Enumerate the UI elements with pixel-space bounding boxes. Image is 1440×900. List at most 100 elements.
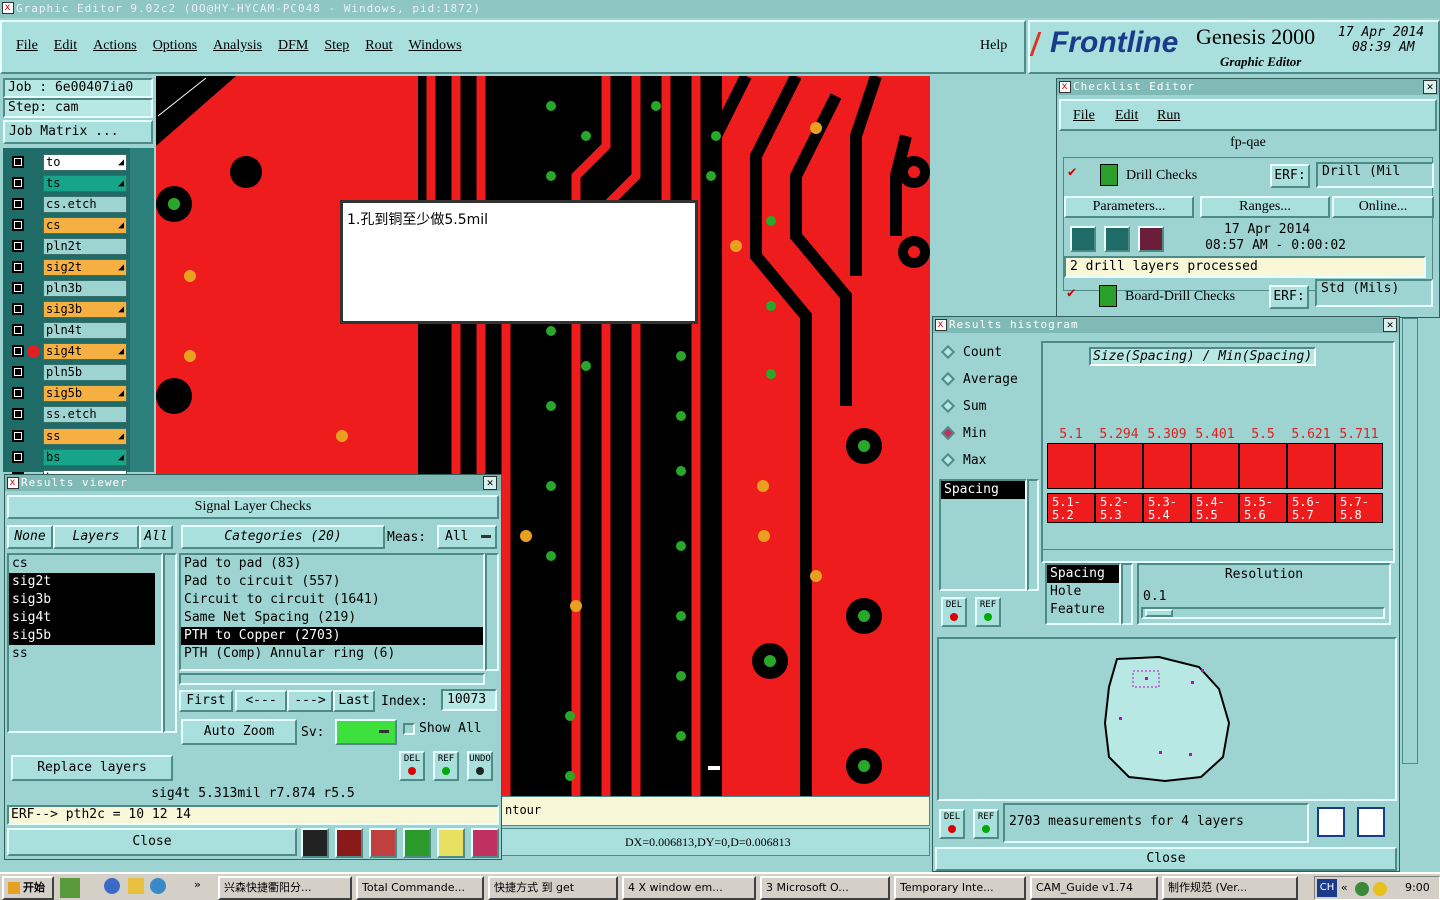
type-list-item[interactable]: Spacing: [1047, 565, 1119, 583]
category-item[interactable]: PTH to Copper (2703): [181, 627, 483, 645]
layer-checkbox[interactable]: [12, 324, 24, 336]
layer-row[interactable]: pln2t: [9, 238, 127, 255]
menu-item[interactable]: Edit: [54, 38, 77, 53]
layer-checkbox[interactable]: [12, 240, 24, 252]
type-list-2-scrollbar[interactable]: [1121, 563, 1133, 625]
layer-row[interactable]: to ◢: [9, 154, 127, 171]
close-icon[interactable]: ✕: [1383, 318, 1397, 332]
first-button[interactable]: First: [179, 690, 233, 712]
browser-icon-2[interactable]: [150, 878, 166, 894]
result-layer-item[interactable]: sig3b: [9, 591, 155, 609]
layer-checkbox[interactable]: [12, 198, 24, 210]
replace-layers-dropdown[interactable]: Replace layers: [11, 755, 173, 781]
layer-checkbox[interactable]: [12, 430, 24, 442]
lang-indicator[interactable]: CH: [1317, 879, 1337, 897]
show-all-checkbox[interactable]: [403, 723, 415, 735]
layer-checkbox[interactable]: [12, 282, 24, 294]
check-icon[interactable]: ✔: [1067, 285, 1075, 301]
histogram-bar[interactable]: [1191, 443, 1239, 489]
close-icon[interactable]: ✕: [483, 476, 497, 490]
layer-checkbox[interactable]: [12, 261, 24, 273]
ranges-button[interactable]: Ranges...: [1200, 196, 1330, 218]
layer-name[interactable]: pln2t: [43, 238, 127, 255]
chevron-icon[interactable]: »: [194, 878, 201, 891]
parameters-button[interactable]: Parameters...: [1064, 196, 1194, 218]
histogram-bar[interactable]: [1143, 443, 1191, 489]
taskbar-button[interactable]: 制作规范 (Ver...: [1162, 876, 1298, 900]
layer-checkbox[interactable]: [12, 408, 24, 420]
layer-row[interactable]: ss.etch: [9, 406, 127, 423]
layer-name[interactable]: bs ◢: [43, 449, 127, 466]
layer-checkbox[interactable]: [12, 177, 24, 189]
layer-checkbox[interactable]: [12, 387, 24, 399]
histogram-bar[interactable]: [1095, 443, 1143, 489]
zoom-to-icon[interactable]: [1317, 807, 1345, 837]
tray-icon-1[interactable]: [1355, 882, 1369, 896]
layer-name[interactable]: ts ◢: [43, 175, 127, 192]
next-button[interactable]: --->: [287, 690, 333, 712]
taskbar-button[interactable]: 快捷方式 到 get: [488, 876, 618, 900]
histogram-bar[interactable]: [1047, 443, 1095, 489]
checklist-menu-item[interactable]: File: [1073, 108, 1095, 124]
checklist-scrollbar[interactable]: [1402, 318, 1418, 764]
checklist-menu-item[interactable]: Run: [1157, 108, 1180, 124]
tool-icon-1[interactable]: [301, 828, 329, 858]
result-layer-item[interactable]: sig2t: [9, 573, 155, 591]
layer-name[interactable]: ss ◢: [43, 428, 127, 445]
layer-row[interactable]: ss ◢: [9, 428, 127, 445]
layer-name[interactable]: pln3b: [43, 280, 127, 297]
layer-row[interactable]: sig4t ◢: [9, 343, 127, 360]
resolution-slider[interactable]: [1141, 607, 1385, 619]
index-input[interactable]: 10073: [441, 689, 497, 711]
board-preview[interactable]: [937, 637, 1397, 801]
checklist-menu-item[interactable]: Edit: [1115, 108, 1138, 124]
categories-hscrollbar[interactable]: [179, 673, 485, 685]
layer-checkbox[interactable]: [12, 451, 24, 463]
layer-checkbox[interactable]: [12, 345, 24, 357]
category-item[interactable]: Same Net Spacing (219): [181, 609, 483, 627]
start-button[interactable]: 开始: [2, 876, 54, 900]
layer-row[interactable]: sig5b ◢: [9, 385, 127, 402]
category-item[interactable]: Circuit to circuit (1641): [181, 591, 483, 609]
menu-item[interactable]: Step: [324, 38, 349, 53]
quicklaunch-icon[interactable]: [60, 878, 80, 898]
categories-scrollbar[interactable]: [485, 553, 499, 671]
taskbar-button[interactable]: 兴森快捷衢阳分...: [218, 876, 352, 900]
menu-item[interactable]: DFM: [278, 38, 308, 53]
online-button[interactable]: Online...: [1332, 196, 1434, 218]
folder-icon[interactable]: [128, 878, 144, 894]
layer-checkbox[interactable]: [12, 219, 24, 231]
menu-item[interactable]: Windows: [409, 38, 462, 53]
layer-row[interactable]: sig3b ◢: [9, 301, 127, 318]
none-button[interactable]: None: [7, 525, 53, 549]
categories-list[interactable]: Pad to pad (83) Pad to circuit (557) Circu…: [179, 553, 485, 671]
taskbar-button[interactable]: 3 Microsoft O...: [760, 876, 890, 900]
erf-value[interactable]: Drill (Mil: [1316, 162, 1434, 188]
ref-button-2[interactable]: REF: [973, 809, 999, 839]
categories-button[interactable]: Categories (20): [181, 525, 385, 549]
erf-value[interactable]: Std (Mils): [1315, 279, 1433, 307]
layer-name[interactable]: ss.etch: [43, 406, 127, 423]
type-list-item[interactable]: Spacing: [941, 481, 1025, 499]
del-button[interactable]: DEL: [399, 751, 425, 781]
histogram-icon[interactable]: [471, 828, 499, 858]
histogram-bars[interactable]: 5.1 5.1-5.2 5.294 5.2-5.3 5.309 5.3-5.4 5.401 5…: [1047, 427, 1387, 549]
menu-item[interactable]: Options: [153, 38, 197, 53]
check-icon[interactable]: ✔: [1068, 164, 1082, 180]
mode-radio[interactable]: Max: [940, 449, 1037, 473]
layer-name[interactable]: sig5b ◢: [43, 385, 127, 402]
layer-name[interactable]: sig4t ◢: [43, 343, 127, 360]
layer-checkbox[interactable]: [12, 156, 24, 168]
layer-list-scrollbar[interactable]: [130, 148, 154, 472]
result-layer-item[interactable]: sig5b: [9, 627, 155, 645]
type-list-item[interactable]: Hole: [1047, 583, 1119, 601]
ref-button[interactable]: REF: [975, 597, 1001, 627]
taskbar-button[interactable]: Total Commande...: [356, 876, 484, 900]
type-list-2[interactable]: Spacing Hole Feature: [1045, 563, 1121, 625]
histogram-close-button[interactable]: Close: [935, 847, 1397, 871]
category-item[interactable]: Pad to pad (83): [181, 555, 483, 573]
prev-button[interactable]: <---: [235, 690, 287, 712]
mode-radio[interactable]: Average: [940, 368, 1037, 392]
layer-name[interactable]: sig3b ◢: [43, 301, 127, 318]
tool-icon-3[interactable]: [369, 828, 397, 858]
